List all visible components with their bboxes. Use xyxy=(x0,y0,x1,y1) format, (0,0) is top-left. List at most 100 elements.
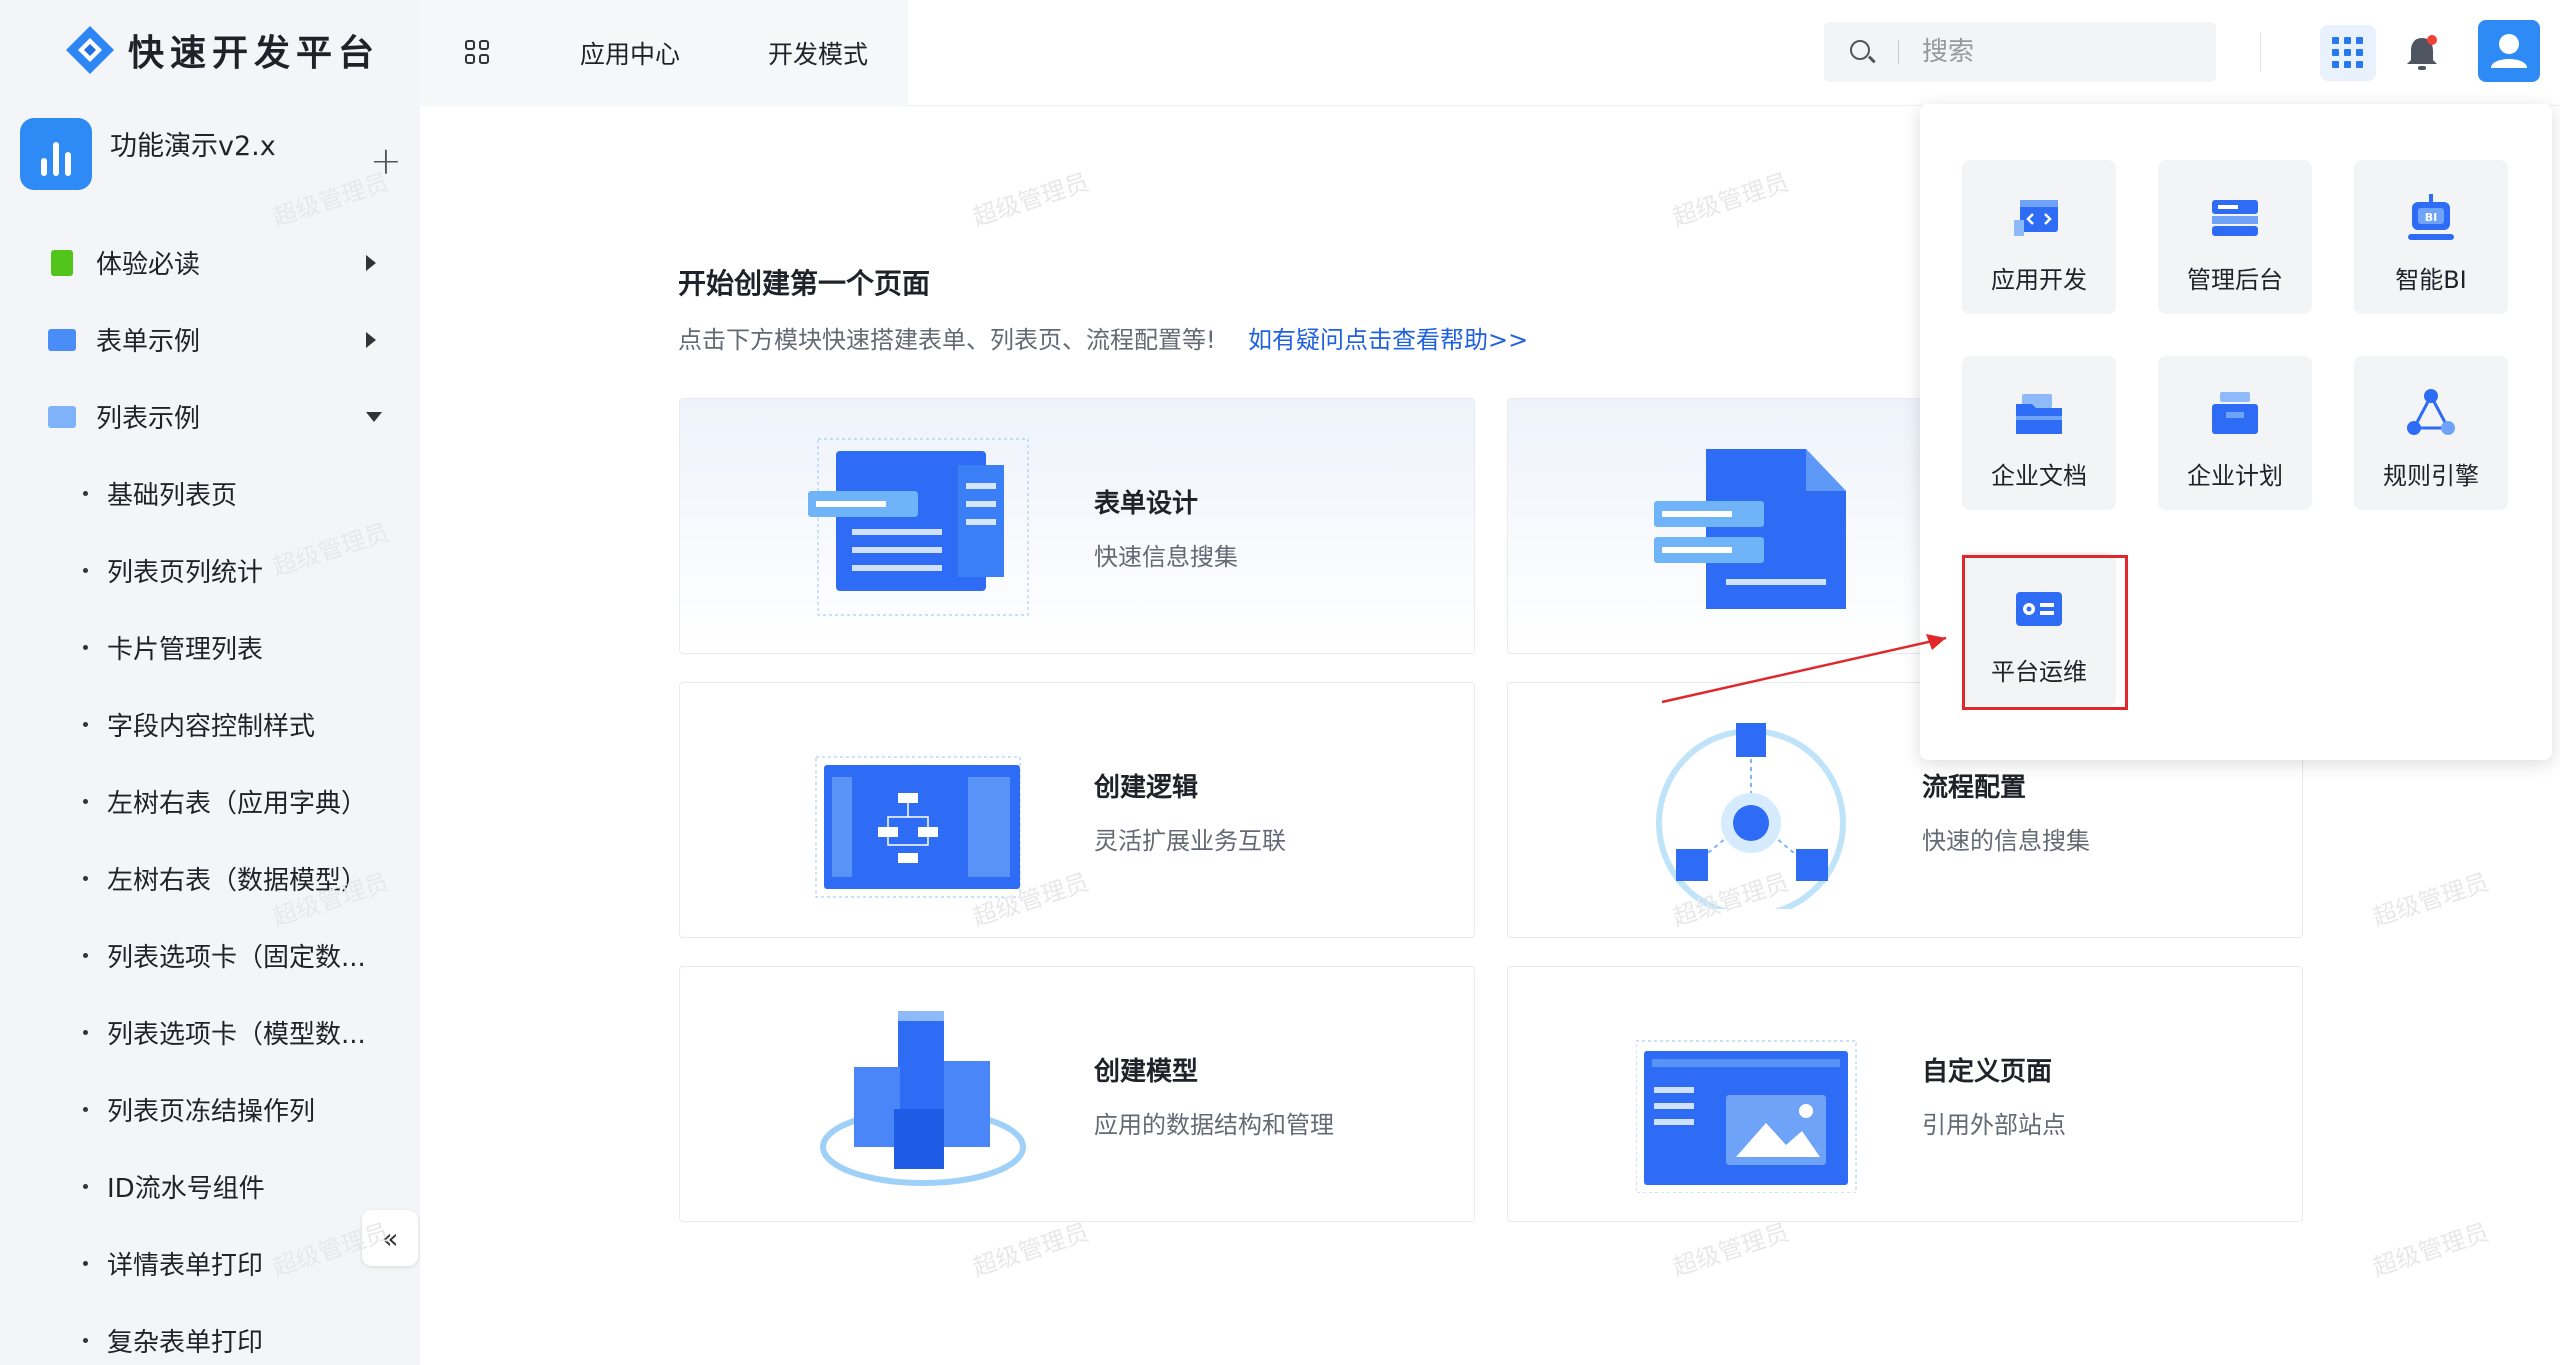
user-icon xyxy=(2491,34,2527,68)
app-chart-icon xyxy=(20,118,92,190)
page-title: 开始创建第一个页面 xyxy=(678,267,931,300)
brand-name: 快速开发平台 xyxy=(128,33,381,74)
sidebar-subitem-label: 列表选项卡（固定数... xyxy=(107,943,366,973)
card-title: 创建逻辑 xyxy=(1094,773,1199,803)
tile-rules[interactable]: 规则引擎 xyxy=(2354,356,2508,510)
sidebar-item-label: 列表示例 xyxy=(96,404,201,434)
tile-label: 应用开发 xyxy=(1991,266,2087,294)
nav-app-center[interactable]: 应用中心 xyxy=(580,35,680,71)
tile-label: 企业计划 xyxy=(2187,462,2283,490)
search-box xyxy=(1824,22,2216,82)
page-subtitle: 点击下方模块快速搭建表单、列表页、流程配置等! xyxy=(678,326,1216,354)
bullet-icon xyxy=(83,1338,88,1343)
bullet-icon xyxy=(83,645,88,650)
sidebar-subitem[interactable]: ID流水号组件 xyxy=(0,1148,420,1225)
sidebar-subitem-label: 复杂表单打印 xyxy=(107,1328,264,1358)
bullet-icon xyxy=(83,799,88,804)
bullet-icon xyxy=(83,1184,88,1189)
card-desc: 灵活扩展业务互联 xyxy=(1094,827,1286,855)
card-desc: 快速信息搜集 xyxy=(1094,543,1238,571)
tile-app-dev[interactable]: 应用开发 xyxy=(1962,160,2116,314)
tile-admin[interactable]: 管理后台 xyxy=(2158,160,2312,314)
card-form-design[interactable]: 表单设计 快速信息搜集 xyxy=(679,398,1475,654)
sidebar-item-label: 表单示例 xyxy=(96,327,201,357)
sidebar-item-experience[interactable]: 体验必读 xyxy=(0,224,420,301)
card-desc: 引用外部站点 xyxy=(1922,1111,2066,1139)
sidebar-item-label: 体验必读 xyxy=(96,250,201,280)
model-illustration xyxy=(820,1011,1026,1186)
sidebar-nav: 体验必读 表单示例 列表示例 基础列表页列表页列统计 卡片管理列表字段内容控制样式… xyxy=(0,224,420,1365)
bullet-icon xyxy=(83,1107,88,1112)
sidebar-subitem-label: 字段内容控制样式 xyxy=(107,712,316,742)
app-name: 功能演示v2.x xyxy=(110,131,276,162)
tile-plan[interactable]: 企业计划 xyxy=(2158,356,2312,510)
card-desc: 应用的数据结构和管理 xyxy=(1094,1111,1334,1139)
watermark: 超级管理员 xyxy=(1669,168,1793,232)
svg-text:BI: BI xyxy=(2425,211,2437,224)
book-icon xyxy=(51,249,73,276)
card-desc: 快速的信息搜集 xyxy=(1922,827,2090,855)
list-page-illustration xyxy=(1654,449,1846,609)
tile-label: 管理后台 xyxy=(2187,266,2283,294)
bell-icon[interactable] xyxy=(2402,30,2442,74)
watermark: 超级管理员 xyxy=(1669,1218,1793,1282)
chevron-down-icon xyxy=(366,411,382,422)
card-title: 表单设计 xyxy=(1094,489,1199,519)
bi-robot-icon: BI xyxy=(2408,194,2454,240)
server-icon xyxy=(2212,200,2258,236)
help-link[interactable]: 如有疑问点击查看帮助>> xyxy=(1248,320,1528,355)
grid-menu-icon[interactable] xyxy=(465,40,491,66)
search-icon xyxy=(1850,40,1870,60)
highlight-box xyxy=(1962,555,2128,710)
sidebar-item-form-examples[interactable]: 表单示例 xyxy=(0,301,420,378)
tile-docs[interactable]: 企业文档 xyxy=(1962,356,2116,510)
code-window-icon xyxy=(2014,200,2058,236)
folder-icon xyxy=(48,328,76,351)
watermark: 超级管理员 xyxy=(2369,868,2493,932)
top-nav: 应用中心 开发模式 xyxy=(420,0,908,106)
card-title: 自定义页面 xyxy=(1922,1057,2053,1087)
form-design-illustration xyxy=(808,438,1029,616)
header-divider xyxy=(2260,32,2261,72)
sidebar-subitem-label: ID流水号组件 xyxy=(107,1174,265,1204)
chevron-right-icon xyxy=(366,331,376,348)
card-create-model[interactable]: 创建模型 应用的数据结构和管理 xyxy=(679,966,1475,1222)
bullet-icon xyxy=(83,876,88,881)
sidebar-subitem[interactable]: 列表选项卡（模型数... xyxy=(0,994,420,1071)
tile-bi[interactable]: BI 智能BI xyxy=(2354,160,2508,314)
search-divider xyxy=(1898,40,1899,64)
sidebar-subitem-label: 卡片管理列表 xyxy=(107,635,264,665)
watermark: 超级管理员 xyxy=(2369,1218,2493,1282)
card-title: 创建模型 xyxy=(1094,1057,1199,1087)
folder-doc-icon xyxy=(2016,394,2062,434)
sidebar-subitem[interactable]: 列表选项卡（固定数... xyxy=(0,917,420,994)
sidebar-subitem-label: 详情表单打印 xyxy=(107,1251,264,1281)
sidebar-subitem[interactable]: 左树右表（应用字典） xyxy=(0,763,420,840)
sidebar-subitem-label: 列表页列统计 xyxy=(107,558,264,588)
sidebar-subitem-label: 基础列表页 xyxy=(107,481,238,511)
brand[interactable]: 快速开发平台 xyxy=(62,20,380,80)
sidebar-subitem[interactable]: 列表页冻结操作列 xyxy=(0,1071,420,1148)
sidebar-subitem[interactable]: 复杂表单打印 xyxy=(0,1302,420,1365)
sidebar-subitem[interactable]: 字段内容控制样式 xyxy=(0,686,420,763)
sidebar-subitem-label: 左树右表（应用字典） xyxy=(107,789,368,819)
search-input[interactable] xyxy=(1922,32,2202,72)
bullet-icon xyxy=(83,1261,88,1266)
folder-open-icon xyxy=(48,405,76,428)
bullet-icon xyxy=(83,722,88,727)
nodes-icon xyxy=(2407,389,2455,435)
chevron-right-icon xyxy=(366,254,376,271)
bullet-icon xyxy=(83,491,88,496)
custom-page-illustration xyxy=(1636,1040,1857,1193)
nav-dev-mode[interactable]: 开发模式 xyxy=(768,35,868,71)
apps-grid-button[interactable] xyxy=(2320,25,2376,81)
sidebar-subitem-label: 列表选项卡（模型数... xyxy=(107,1020,366,1050)
sidebar-item-list-examples[interactable]: 列表示例 xyxy=(0,378,420,455)
app-switcher[interactable]: 功能演示v2.x xyxy=(20,118,276,190)
tile-label: 企业文档 xyxy=(1991,462,2087,490)
page: 快速开发平台 功能演示v2.x + 体验必读 表单示例 列表示例 基础列表页 列… xyxy=(0,0,2560,1365)
sidebar-subitem[interactable]: 卡片管理列表 xyxy=(0,609,420,686)
watermark: 超级管理员 xyxy=(969,1218,1093,1282)
card-custom-page[interactable]: 自定义页面 引用外部站点 xyxy=(1507,966,2303,1222)
user-avatar[interactable] xyxy=(2478,20,2540,82)
